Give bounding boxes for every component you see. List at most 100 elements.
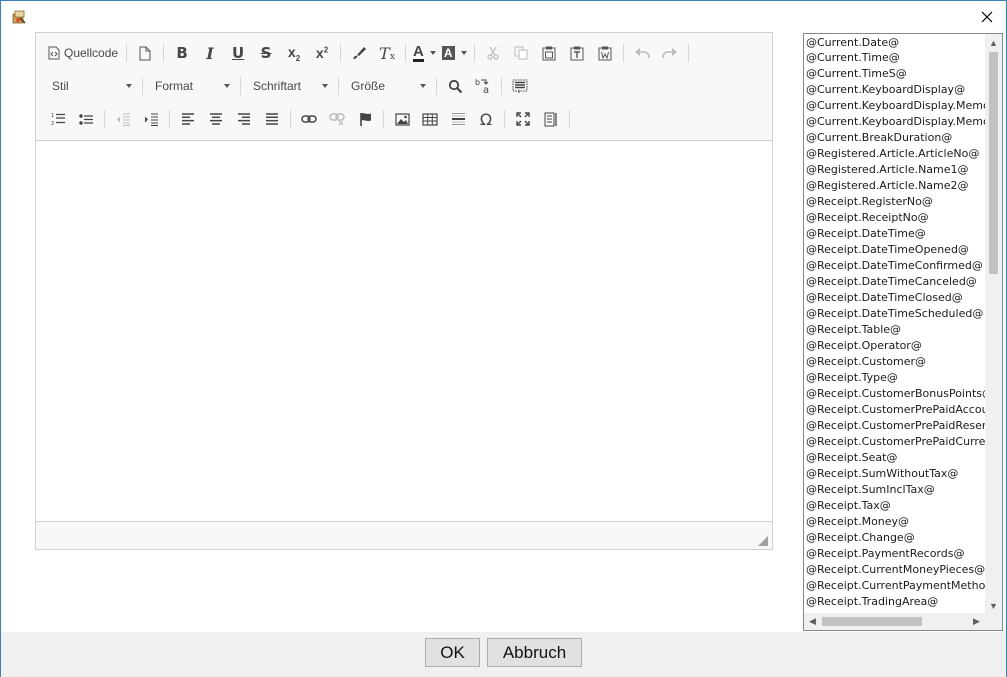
list-item[interactable]: @Receipt.CustomerPrePaidCurrentVa (804, 434, 987, 450)
horizontal-scrollbar[interactable]: ◀ ▶ (804, 613, 1002, 630)
paste-button[interactable] (535, 40, 563, 66)
font-combo[interactable]: Schriftart (245, 73, 334, 99)
list-item[interactable]: @Current.KeyboardDisplay@ (804, 82, 987, 98)
size-combo-label: Größe (351, 79, 386, 93)
list-item[interactable]: @Receipt.PaymentRecords@ (804, 546, 987, 562)
unlink-button[interactable] (323, 106, 351, 132)
numbered-list-button[interactable]: 1 2 (44, 106, 72, 132)
source-button[interactable]: Quellcode (44, 40, 122, 66)
placeholder-list[interactable]: @Current.Date@ @Current.Time@ @Current.Tim… (803, 33, 1003, 631)
redo-button[interactable] (656, 40, 684, 66)
scroll-left-icon[interactable]: ◀ (804, 613, 821, 630)
bold-button[interactable]: B (168, 40, 196, 66)
scroll-right-icon[interactable]: ▶ (968, 613, 985, 630)
table-button[interactable] (416, 106, 444, 132)
list-item[interactable]: @Current.TimeS@ (804, 66, 987, 82)
table-icon (422, 112, 438, 126)
background-color-button[interactable]: A (439, 40, 470, 66)
strikethrough-button[interactable]: S (252, 40, 280, 66)
list-item[interactable]: @Receipt.DateTimeCanceled@ (804, 274, 987, 290)
size-combo[interactable]: Größe (343, 73, 432, 99)
list-item[interactable]: @Receipt.CustomerPrePaidAccountVa (804, 402, 987, 418)
replace-button[interactable]: b a (469, 73, 497, 99)
list-item[interactable]: @Receipt.DateTimeOpened@ (804, 242, 987, 258)
list-item[interactable]: @Receipt.DateTimeClosed@ (804, 290, 987, 306)
subscript-button[interactable]: x2 (280, 40, 308, 66)
list-item[interactable]: @Receipt.Change@ (804, 530, 987, 546)
horizontal-rule-button[interactable] (444, 106, 472, 132)
editor-content-area[interactable] (36, 141, 772, 521)
list-item[interactable]: @Receipt.Money@ (804, 514, 987, 530)
anchor-button[interactable] (351, 106, 379, 132)
style-combo[interactable]: Stil (44, 73, 138, 99)
link-button[interactable] (295, 106, 323, 132)
scroll-thumb[interactable] (989, 52, 998, 274)
list-item[interactable]: @Receipt.CustomerPrePaidReservedM (804, 418, 987, 434)
bulleted-list-button[interactable] (72, 106, 100, 132)
list-item[interactable]: @Receipt.Tax@ (804, 498, 987, 514)
list-item[interactable]: @Receipt.CustomerBonusPoints@ (804, 386, 987, 402)
bold-icon: B (176, 44, 188, 62)
special-char-button[interactable]: Ω (472, 106, 500, 132)
ok-button[interactable]: OK (425, 638, 480, 667)
list-item[interactable]: @Receipt.DateTime@ (804, 226, 987, 242)
undo-button[interactable] (628, 40, 656, 66)
align-center-button[interactable] (202, 106, 230, 132)
format-combo[interactable]: Format (147, 73, 236, 99)
rich-text-editor: Quellcode B I U S x2 x2 Tx A A Stil Form… (35, 32, 773, 550)
list-item[interactable]: @Receipt.SumWithoutTax@ (804, 466, 987, 482)
increase-indent-button[interactable] (137, 106, 165, 132)
list-item[interactable]: @Receipt.Seat@ (804, 450, 987, 466)
find-button[interactable] (441, 73, 469, 99)
list-item[interactable]: @Current.KeyboardDisplay.Memory2@ (804, 114, 987, 130)
text-color-button[interactable]: A (410, 40, 439, 66)
list-item[interactable]: @Registered.Article.ArticleNo@ (804, 146, 987, 162)
copy-format-button[interactable] (345, 40, 373, 66)
decrease-indent-button[interactable] (109, 106, 137, 132)
cut-button[interactable] (479, 40, 507, 66)
list-item[interactable]: @Receipt.ReceiptNo@ (804, 210, 987, 226)
superscript-button[interactable]: x2 (308, 40, 336, 66)
underline-button[interactable]: U (224, 40, 252, 66)
align-right-button[interactable] (230, 106, 258, 132)
new-page-button[interactable] (131, 40, 159, 66)
list-item[interactable]: @Registered.Article.Name1@ (804, 162, 987, 178)
copy-button[interactable] (507, 40, 535, 66)
list-item[interactable]: @Receipt.CurrentMoneyPieces@ (804, 562, 987, 578)
vertical-scrollbar[interactable]: ▲ ▼ (985, 34, 1002, 614)
list-item[interactable]: @Receipt.Table@ (804, 322, 987, 338)
align-left-button[interactable] (174, 106, 202, 132)
list-item[interactable]: @Registered.Article.Name2@ (804, 178, 987, 194)
list-item[interactable]: @Receipt.Type@ (804, 370, 987, 386)
list-item[interactable]: @Current.BreakDuration@ (804, 130, 987, 146)
close-button[interactable] (974, 5, 1000, 29)
justify-button[interactable] (258, 106, 286, 132)
italic-button[interactable]: I (196, 40, 224, 66)
list-item[interactable]: @Receipt.CurrentPaymentMethod@ (804, 578, 987, 594)
indent-icon (144, 113, 158, 126)
cancel-button[interactable]: Abbruch (487, 638, 582, 667)
paste-word-button[interactable] (591, 40, 619, 66)
list-item[interactable]: @Current.Time@ (804, 50, 987, 66)
list-item[interactable]: @Receipt.SumInclTax@ (804, 482, 987, 498)
chevron-down-icon (224, 84, 230, 88)
paste-text-button[interactable] (563, 40, 591, 66)
list-item[interactable]: @Receipt.DateTimeScheduled@ (804, 306, 987, 322)
image-button[interactable] (388, 106, 416, 132)
toolbar-row: 1 2 Ω (44, 104, 574, 134)
scroll-thumb[interactable] (822, 617, 922, 626)
list-item[interactable]: @Receipt.DateTimeConfirmed@ (804, 258, 987, 274)
list-item[interactable]: @Current.KeyboardDisplay.Memory1@ (804, 98, 987, 114)
show-blocks-button[interactable] (537, 106, 565, 132)
scroll-down-icon[interactable]: ▼ (985, 597, 1002, 614)
select-all-button[interactable] (506, 73, 534, 99)
maximize-button[interactable] (509, 106, 537, 132)
list-item[interactable]: @Current.Date@ (804, 34, 987, 50)
resize-handle-icon[interactable] (758, 535, 768, 546)
list-item[interactable]: @Receipt.TradingArea@ (804, 594, 987, 610)
list-item[interactable]: @Receipt.Customer@ (804, 354, 987, 370)
list-item[interactable]: @Receipt.Operator@ (804, 338, 987, 354)
remove-format-button[interactable]: Tx (373, 40, 401, 66)
list-item[interactable]: @Receipt.RegisterNo@ (804, 194, 987, 210)
scroll-up-icon[interactable]: ▲ (985, 34, 1002, 51)
